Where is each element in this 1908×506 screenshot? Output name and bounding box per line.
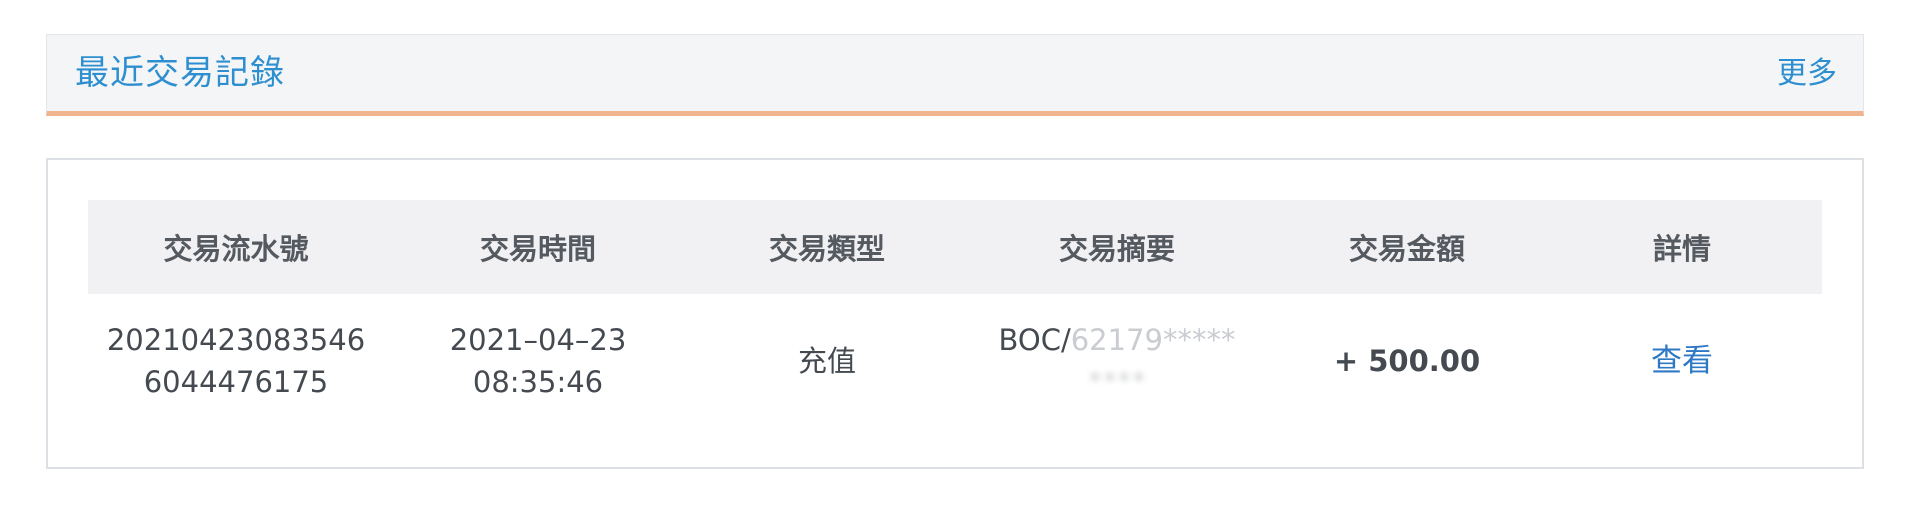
column-header-amount: 交易金額 — [1272, 200, 1542, 294]
summary-line-2: **** — [1088, 365, 1146, 399]
cell-type: 充值 — [797, 344, 856, 378]
cell-amount: + 500.00 — [1333, 344, 1481, 378]
more-link[interactable]: 更多 — [1777, 35, 1837, 112]
recent-transactions-header: 最近交易記錄 更多 — [46, 34, 1864, 116]
column-header-detail: 詳情 — [1542, 200, 1822, 294]
summary-line-1: BOC/62179***** — [962, 319, 1272, 361]
column-header-serial: 交易流水號 — [88, 200, 384, 294]
cell-serial: 20210423083546 6044476175 — [88, 294, 384, 428]
view-detail-link[interactable]: 查看 — [1651, 343, 1713, 379]
column-header-time: 交易時間 — [384, 200, 692, 294]
panel-title: 最近交易記錄 — [75, 53, 285, 93]
transactions-card: 交易流水號 交易時間 交易類型 交易摘要 交易金額 詳情 20210423083… — [46, 158, 1864, 469]
cell-detail: 查看 — [1542, 294, 1822, 428]
cell-summary: BOC/62179***** **** — [962, 294, 1272, 428]
serial-line-2: 6044476175 — [143, 365, 329, 399]
serial-line-1: 20210423083546 — [106, 323, 366, 357]
cell-time: 2021–04–23 08:35:46 — [384, 294, 692, 428]
summary-line-1-visible: BOC/ — [998, 323, 1071, 357]
txn-date: 2021–04–23 — [449, 323, 627, 357]
column-header-type: 交易類型 — [692, 200, 962, 294]
transactions-table: 交易流水號 交易時間 交易類型 交易摘要 交易金額 詳情 20210423083… — [88, 200, 1822, 428]
txn-time: 08:35:46 — [472, 365, 604, 399]
summary-line-1-faded: 62179***** — [1070, 323, 1236, 357]
column-header-summary: 交易摘要 — [962, 200, 1272, 294]
table-header-row: 交易流水號 交易時間 交易類型 交易摘要 交易金額 詳情 — [88, 200, 1822, 294]
table-row: 20210423083546 6044476175 2021–04–23 08:… — [88, 294, 1822, 428]
